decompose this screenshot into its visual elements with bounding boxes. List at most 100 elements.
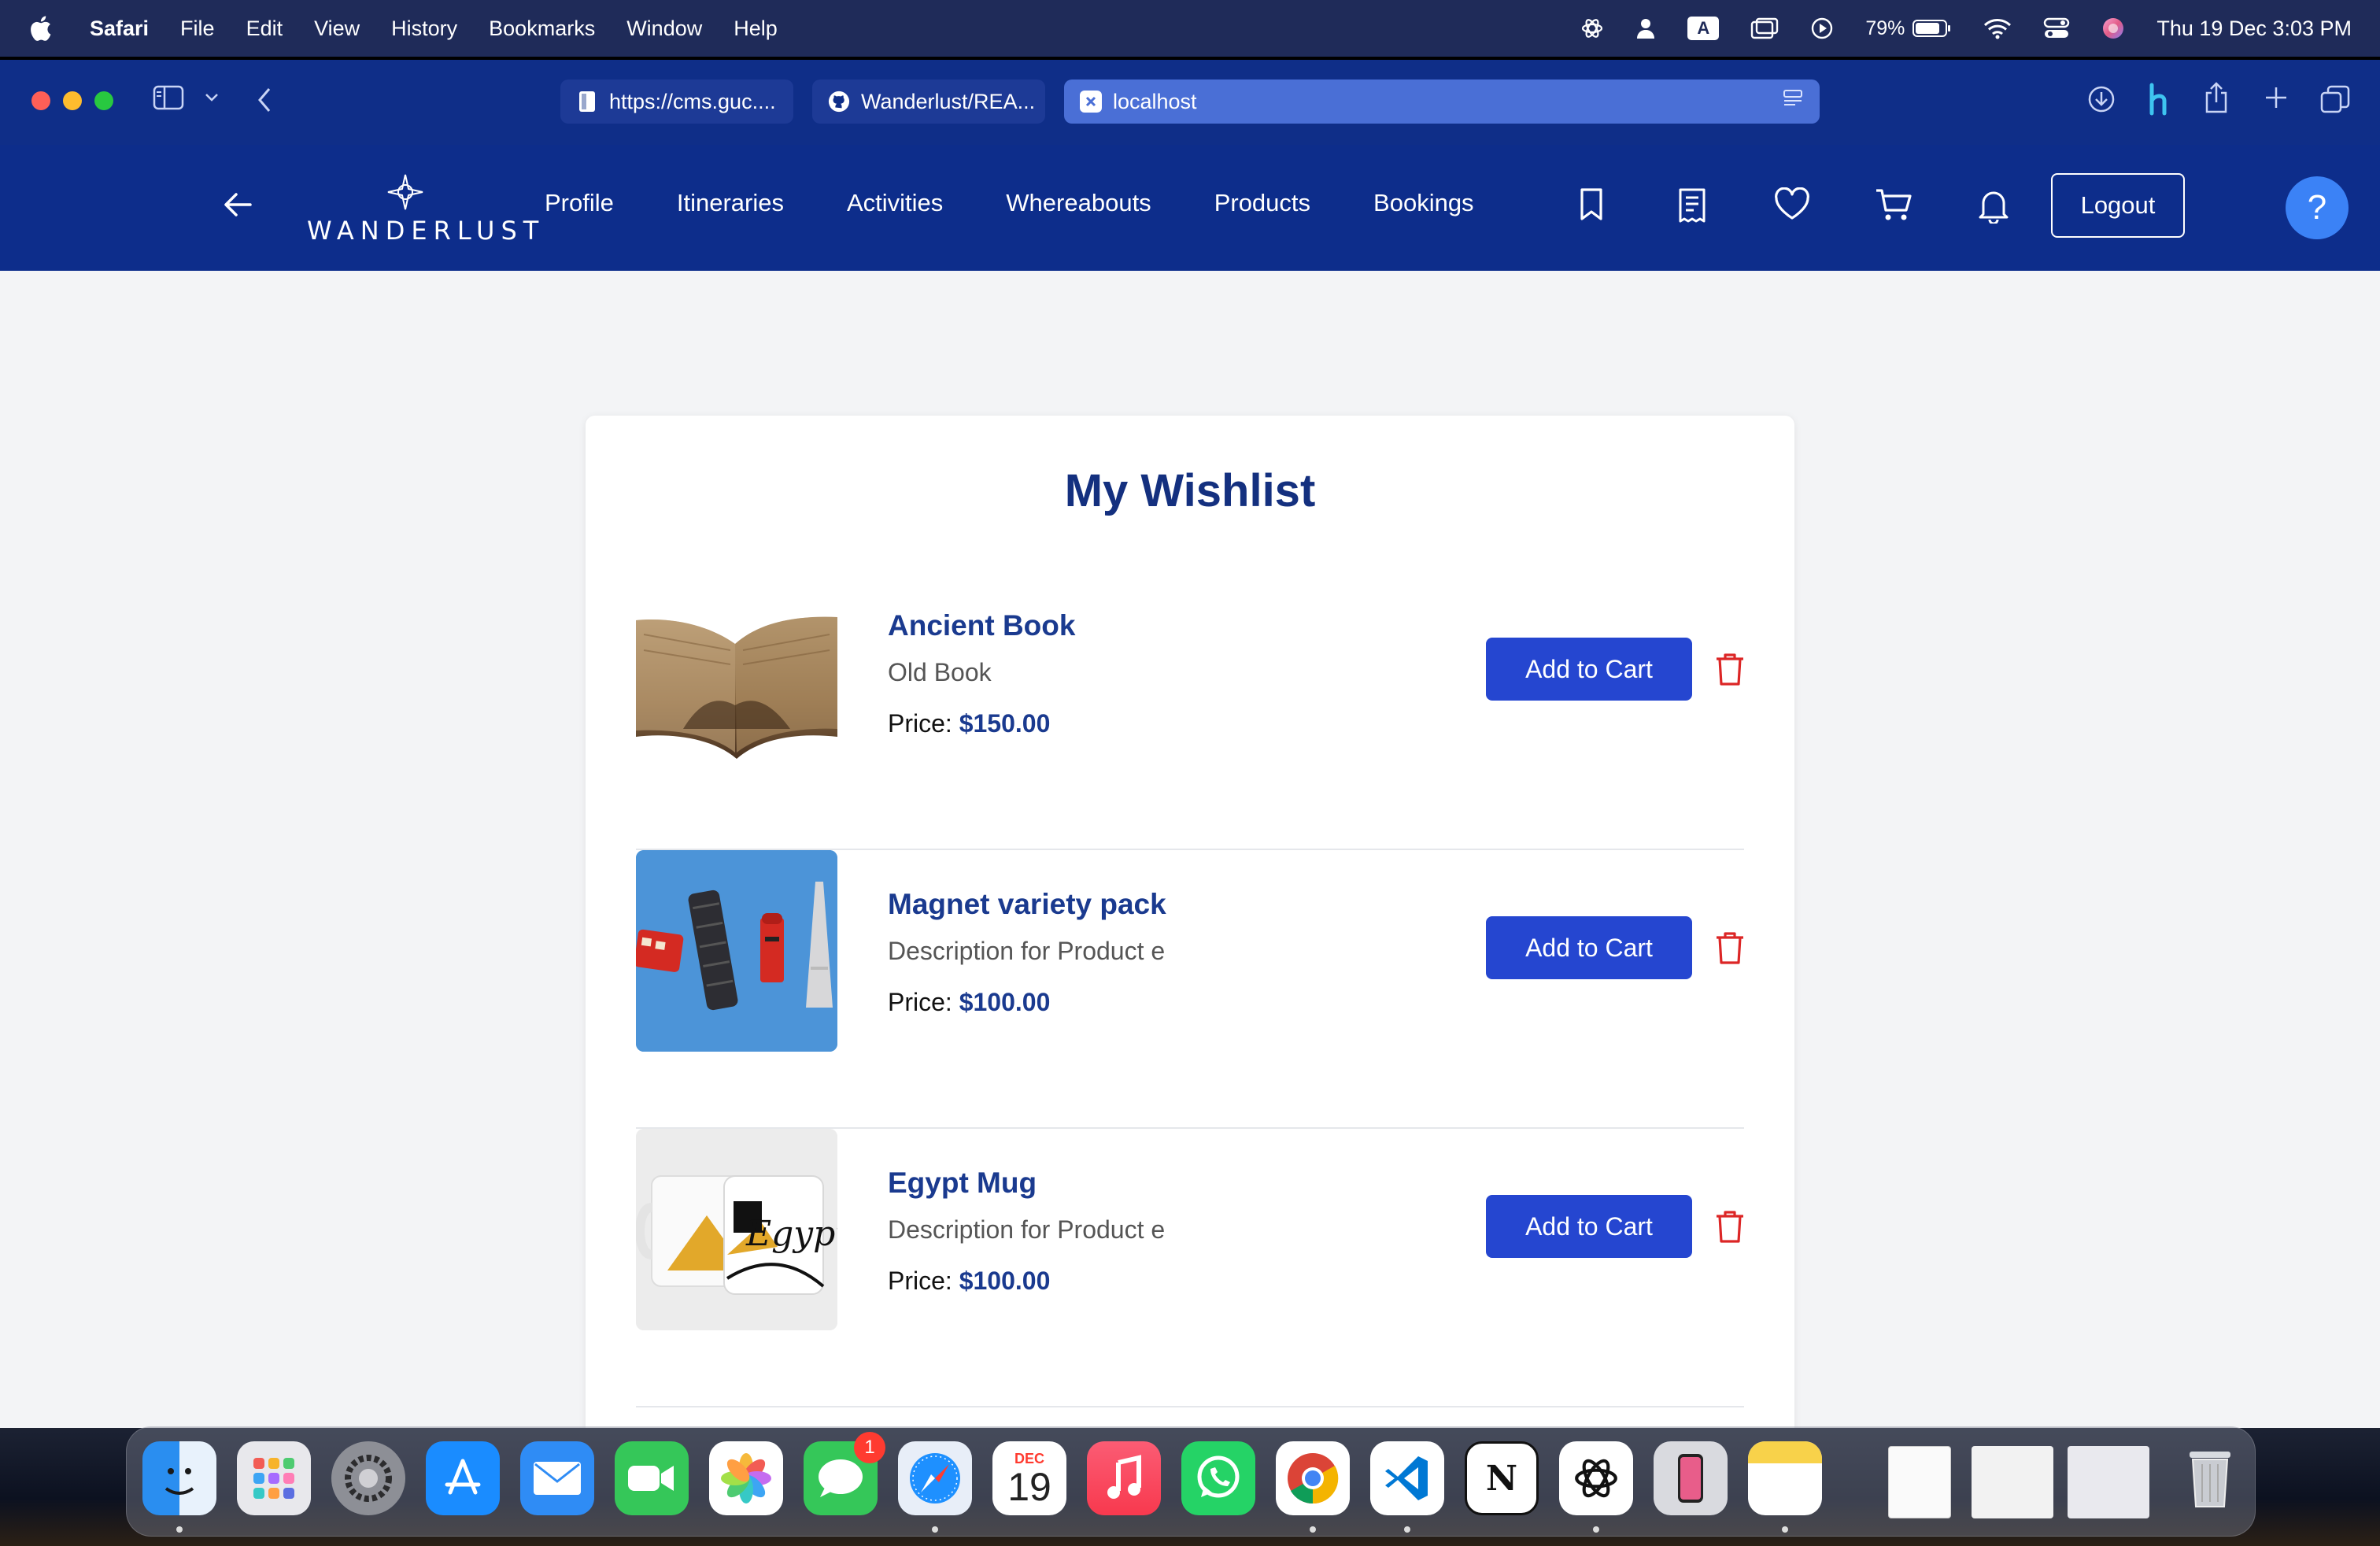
- menubar-clock[interactable]: Thu 19 Dec 3:03 PM: [2156, 17, 2352, 41]
- menu-help[interactable]: Help: [734, 17, 778, 41]
- product-image[interactable]: [636, 571, 837, 773]
- vscode-icon[interactable]: [1370, 1441, 1444, 1515]
- back-arrow-icon[interactable]: [222, 189, 253, 224]
- heart-icon[interactable]: [1774, 187, 1810, 224]
- nav-profile[interactable]: Profile: [545, 189, 614, 217]
- wanderlust-logo[interactable]: WANDERLUST: [307, 173, 538, 246]
- music-icon[interactable]: [1087, 1441, 1161, 1515]
- menu-window[interactable]: Window: [626, 17, 702, 41]
- browser-back-icon[interactable]: [257, 87, 272, 113]
- cart-icon[interactable]: [1875, 187, 1913, 226]
- add-to-cart-button[interactable]: Add to Cart: [1486, 638, 1692, 701]
- price-label: Price:: [888, 988, 952, 1016]
- photos-icon[interactable]: [709, 1441, 783, 1515]
- nav-products[interactable]: Products: [1214, 189, 1310, 217]
- item-name[interactable]: Ancient Book: [888, 609, 1075, 642]
- item-name[interactable]: Egypt Mug: [888, 1167, 1165, 1200]
- chatgpt-icon[interactable]: [1559, 1441, 1633, 1515]
- wifi-icon[interactable]: [1983, 17, 2012, 39]
- menu-file[interactable]: File: [180, 17, 215, 41]
- notes-icon[interactable]: [1748, 1441, 1822, 1515]
- menu-app-name[interactable]: Safari: [90, 17, 149, 41]
- tab-overview-icon[interactable]: [2320, 85, 2350, 113]
- system-settings-icon[interactable]: [331, 1441, 405, 1515]
- main-nav: Profile Itineraries Activities Whereabou…: [545, 189, 1474, 217]
- battery-status[interactable]: 79%: [1865, 17, 1952, 40]
- launchpad-icon[interactable]: [237, 1441, 311, 1515]
- apple-menu-icon[interactable]: [28, 15, 57, 42]
- iphone-mirroring-icon[interactable]: [1654, 1441, 1728, 1515]
- user-status-icon[interactable]: [1635, 17, 1656, 39]
- notion-icon[interactable]: N: [1465, 1441, 1539, 1515]
- trash-icon[interactable]: [1714, 930, 1746, 969]
- calendar-icon[interactable]: DEC 19: [992, 1441, 1066, 1515]
- page-content: My Wishlist Ancient Book Old Book Price:…: [0, 271, 2380, 1439]
- window-controls: [31, 91, 113, 110]
- bell-icon[interactable]: [1977, 187, 2010, 227]
- item-name[interactable]: Magnet variety pack: [888, 888, 1166, 921]
- running-indicator: [1404, 1526, 1410, 1533]
- running-indicator: [1310, 1526, 1316, 1533]
- app-store-icon[interactable]: [426, 1441, 500, 1515]
- menu-history[interactable]: History: [391, 17, 457, 41]
- menu-bookmarks[interactable]: Bookmarks: [489, 17, 595, 41]
- tab-cms[interactable]: https://cms.guc....: [560, 80, 793, 124]
- messages-icon[interactable]: 1: [804, 1432, 885, 1515]
- facetime-icon[interactable]: [615, 1441, 689, 1515]
- price-label: Price:: [888, 1267, 952, 1295]
- reader-mode-icon[interactable]: [1782, 88, 1804, 116]
- safari-icon[interactable]: [898, 1441, 972, 1515]
- keyboard-input-icon[interactable]: A: [1687, 17, 1720, 40]
- nav-whereabouts[interactable]: Whereabouts: [1006, 189, 1151, 217]
- new-tab-icon[interactable]: [2264, 85, 2289, 110]
- minimize-window-button[interactable]: [63, 91, 82, 110]
- nav-itineraries[interactable]: Itineraries: [677, 189, 784, 217]
- sidebar-toggle-icon[interactable]: [153, 85, 184, 110]
- pdf-document-icon[interactable]: [1888, 1446, 1951, 1518]
- nav-bookings[interactable]: Bookings: [1373, 189, 1474, 217]
- trash-icon[interactable]: [1714, 1209, 1746, 1248]
- product-image[interactable]: Egypt: [636, 1129, 837, 1330]
- downloads-icon[interactable]: [2087, 85, 2116, 113]
- svg-text:Egypt: Egypt: [745, 1214, 837, 1254]
- item-description: Old Book: [888, 658, 992, 686]
- recent-document-thumbnail[interactable]: [2068, 1446, 2149, 1518]
- menu-view[interactable]: View: [314, 17, 360, 41]
- tab-github[interactable]: Wanderlust/REA...: [812, 80, 1045, 124]
- product-image[interactable]: [636, 850, 837, 1052]
- menu-edit[interactable]: Edit: [246, 17, 283, 41]
- control-center-icon[interactable]: [2043, 17, 2070, 40]
- extension-h-icon[interactable]: [2144, 82, 2175, 117]
- nav-activities[interactable]: Activities: [847, 189, 943, 217]
- tab-label: Wanderlust/REA...: [861, 89, 1036, 113]
- add-to-cart-button[interactable]: Add to Cart: [1486, 1195, 1692, 1258]
- battery-percent: 79%: [1865, 17, 1905, 39]
- price-value: $100.00: [959, 1267, 1051, 1295]
- browser-toolbar: https://cms.guc.... Wanderlust/REA... lo…: [0, 60, 2380, 145]
- whatsapp-icon[interactable]: [1181, 1441, 1255, 1515]
- tab-localhost[interactable]: localhost: [1064, 80, 1820, 124]
- openai-status-icon[interactable]: [1580, 17, 1604, 40]
- help-button[interactable]: ?: [2286, 176, 2349, 239]
- logout-button[interactable]: Logout: [2051, 173, 2185, 238]
- bookmark-icon[interactable]: [1577, 187, 1606, 226]
- macos-menu-bar: Safari File Edit View History Bookmarks …: [0, 0, 2380, 57]
- app-navbar: WANDERLUST Profile Itineraries Activitie…: [0, 145, 2380, 271]
- logo-text: WANDERLUST: [307, 216, 545, 246]
- finder-icon[interactable]: [142, 1441, 216, 1515]
- item-description: Description for Product e: [888, 1215, 1166, 1244]
- now-playing-icon[interactable]: [1810, 17, 1834, 40]
- mail-icon[interactable]: [520, 1441, 594, 1515]
- siri-icon[interactable]: [2101, 17, 2125, 40]
- screen-mirroring-icon[interactable]: [1750, 17, 1779, 39]
- chrome-icon[interactable]: [1276, 1441, 1350, 1515]
- receipt-icon[interactable]: [1676, 187, 1708, 227]
- zoom-window-button[interactable]: [94, 91, 113, 110]
- recent-document-thumbnail[interactable]: [1972, 1446, 2053, 1518]
- share-icon[interactable]: [2204, 82, 2229, 113]
- close-window-button[interactable]: [31, 91, 50, 110]
- trash-bin-icon[interactable]: [2173, 1441, 2247, 1515]
- trash-icon[interactable]: [1714, 652, 1746, 690]
- chevron-down-icon[interactable]: [205, 93, 219, 102]
- add-to-cart-button[interactable]: Add to Cart: [1486, 916, 1692, 979]
